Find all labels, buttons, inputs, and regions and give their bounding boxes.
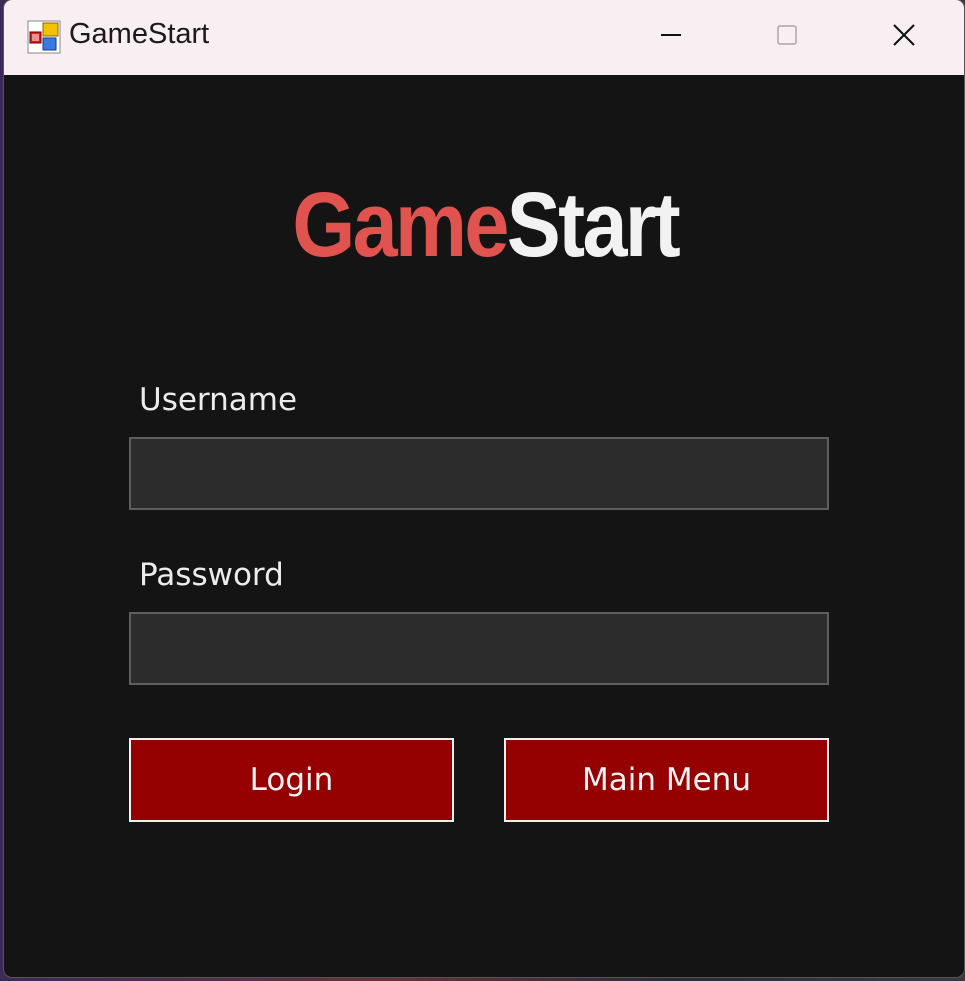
username-label: Username xyxy=(139,382,298,418)
login-button-label: Login xyxy=(249,762,334,798)
username-input[interactable] xyxy=(129,437,829,510)
password-input[interactable] xyxy=(129,612,829,685)
main-menu-button-label: Main Menu xyxy=(582,762,751,798)
title-bar[interactable]: GameStart xyxy=(4,0,964,75)
minimize-button[interactable] xyxy=(616,0,726,70)
close-button[interactable] xyxy=(849,0,959,70)
login-button[interactable]: Login xyxy=(129,738,454,822)
app-icon xyxy=(27,20,61,54)
logo-game-text: Game xyxy=(292,174,509,276)
close-icon xyxy=(893,24,915,46)
gamestart-logo: GameStart xyxy=(63,170,908,280)
minimize-icon xyxy=(661,34,681,36)
password-label: Password xyxy=(139,557,284,593)
login-window: GameStart GameStart Username Password Lo… xyxy=(4,0,964,977)
window-title: GameStart xyxy=(69,18,210,50)
maximize-button[interactable] xyxy=(732,0,842,70)
main-menu-button[interactable]: Main Menu xyxy=(504,738,829,822)
maximize-icon xyxy=(777,25,797,45)
logo-start-text: Start xyxy=(506,174,681,276)
